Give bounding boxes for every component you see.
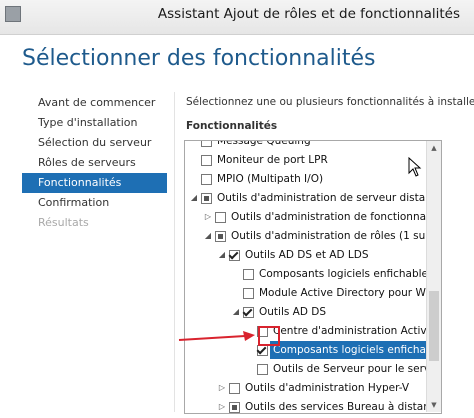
expanded-chevron-icon[interactable]: ◢: [231, 303, 241, 321]
tree-row[interactable]: Message Queuing: [185, 140, 441, 150]
collapsed-chevron-icon[interactable]: ▷: [217, 398, 227, 413]
feature-label: Outils AD DS et AD LDS: [245, 249, 369, 261]
feature-label: Outils d'administration Hyper-V: [245, 382, 410, 394]
feature-checkbox[interactable]: [257, 345, 268, 356]
expanded-chevron-icon[interactable]: ◢: [217, 246, 227, 264]
feature-label: Moniteur de port LPR: [217, 154, 328, 166]
feature-checkbox[interactable]: [243, 269, 254, 280]
feature-checkbox[interactable]: [229, 383, 240, 394]
nav-item-resultats: Résultats: [38, 216, 89, 229]
collapsed-chevron-icon[interactable]: ▷: [203, 208, 213, 226]
feature-label: Outils des services Bureau à distance (1…: [245, 401, 442, 413]
feature-label: Outils de Serveur pour le service NIS: [273, 363, 442, 375]
tree-row[interactable]: ◢ Outils AD DS et AD LDS: [185, 246, 441, 264]
feature-label: Outils d'administration de rôles (1 sur …: [231, 230, 441, 242]
nav-item-confirmation[interactable]: Confirmation: [22, 193, 167, 213]
window-title: Assistant Ajout de rôles et de fonctionn…: [157, 6, 460, 22]
feature-label: Composants logiciels enfichables et: [270, 341, 441, 359]
highlight-box: [258, 326, 280, 346]
nav-item-fonctionnalites[interactable]: Fonctionnalités: [22, 173, 167, 193]
expanded-chevron-icon[interactable]: ◢: [203, 227, 213, 245]
title-bar: Assistant Ajout de rôles et de fonctionn…: [0, 0, 474, 35]
feature-checkbox[interactable]: [243, 307, 254, 318]
mouse-cursor-icon: [408, 157, 422, 177]
page-title: Sélectionner des fonctionnalités: [22, 46, 376, 71]
wizard-nav: Avant de commencer Type d'installation S…: [22, 93, 167, 233]
tree-row[interactable]: ▷ Outils d'administration Hyper-V: [185, 379, 441, 397]
nav-separator: [174, 92, 175, 412]
feature-label: Centre d'administration Active Direc: [273, 325, 441, 337]
feature-checkbox[interactable]: [201, 193, 212, 204]
scroll-down-icon[interactable]: ▼: [427, 398, 441, 412]
expanded-chevron-icon[interactable]: ◢: [189, 189, 199, 207]
feature-label: Module Active Directory pour Windows: [259, 287, 441, 299]
feature-checkbox[interactable]: [201, 174, 212, 185]
tree-row[interactable]: Moniteur de port LPR: [185, 151, 441, 169]
feature-label: MPIO (Multipath I/O): [217, 173, 324, 185]
feature-checkbox[interactable]: [201, 155, 212, 166]
feature-label: Outils d'administration de fonctionnalit…: [231, 211, 442, 223]
nav-item-roles-serveurs[interactable]: Rôles de serveurs: [22, 153, 167, 173]
feature-label: Outils d'administration de serveur dista…: [217, 192, 441, 204]
feature-checkbox[interactable]: [229, 402, 240, 413]
server-manager-icon: [5, 6, 21, 22]
tree-scrollbar[interactable]: ▲ ▼: [426, 141, 441, 412]
tree-row[interactable]: ◢ Outils d'administration de rôles (1 sur…: [185, 227, 441, 245]
tree-row[interactable]: ◢ Outils d'administration de serveur dist…: [185, 189, 441, 207]
tree-row[interactable]: Outils de Serveur pour le service NIS: [185, 360, 441, 378]
features-tree[interactable]: Message Queuing Moniteur de port LPR MPIO …: [184, 140, 442, 414]
nav-item-type-installation[interactable]: Type d'installation: [22, 113, 167, 133]
tree-row[interactable]: ▷ Outils d'administration de fonctionnali…: [185, 208, 441, 226]
feature-label: Message Queuing: [217, 140, 311, 147]
feature-checkbox[interactable]: [257, 364, 268, 375]
tree-row[interactable]: MPIO (Multipath I/O): [185, 170, 441, 188]
features-label: Fonctionnalités: [186, 120, 278, 132]
feature-label: Composants logiciels enfichables et out: [259, 268, 441, 280]
nav-item-selection-serveur[interactable]: Sélection du serveur: [22, 133, 167, 153]
instructions-text: Sélectionnez une ou plusieurs fonctionna…: [186, 96, 474, 108]
tree-row[interactable]: Module Active Directory pour Windows: [185, 284, 441, 302]
feature-checkbox[interactable]: [215, 231, 226, 242]
nav-item-avant-de-commencer[interactable]: Avant de commencer: [22, 93, 167, 113]
tree-row[interactable]: Composants logiciels enfichables et out: [185, 265, 441, 283]
annotation-arrow-icon: [178, 331, 255, 341]
feature-checkbox[interactable]: [201, 141, 212, 147]
feature-label: Outils AD DS: [259, 306, 327, 318]
scroll-thumb[interactable]: [429, 291, 439, 361]
feature-checkbox[interactable]: [229, 250, 240, 261]
collapsed-chevron-icon[interactable]: ▷: [217, 379, 227, 397]
tree-row[interactable]: ◢ Outils AD DS: [185, 303, 441, 321]
tree-row[interactable]: ▷ Outils des services Bureau à distance (…: [185, 398, 442, 413]
scroll-up-icon[interactable]: ▲: [427, 141, 441, 155]
feature-checkbox[interactable]: [215, 212, 226, 223]
feature-checkbox[interactable]: [243, 288, 254, 299]
